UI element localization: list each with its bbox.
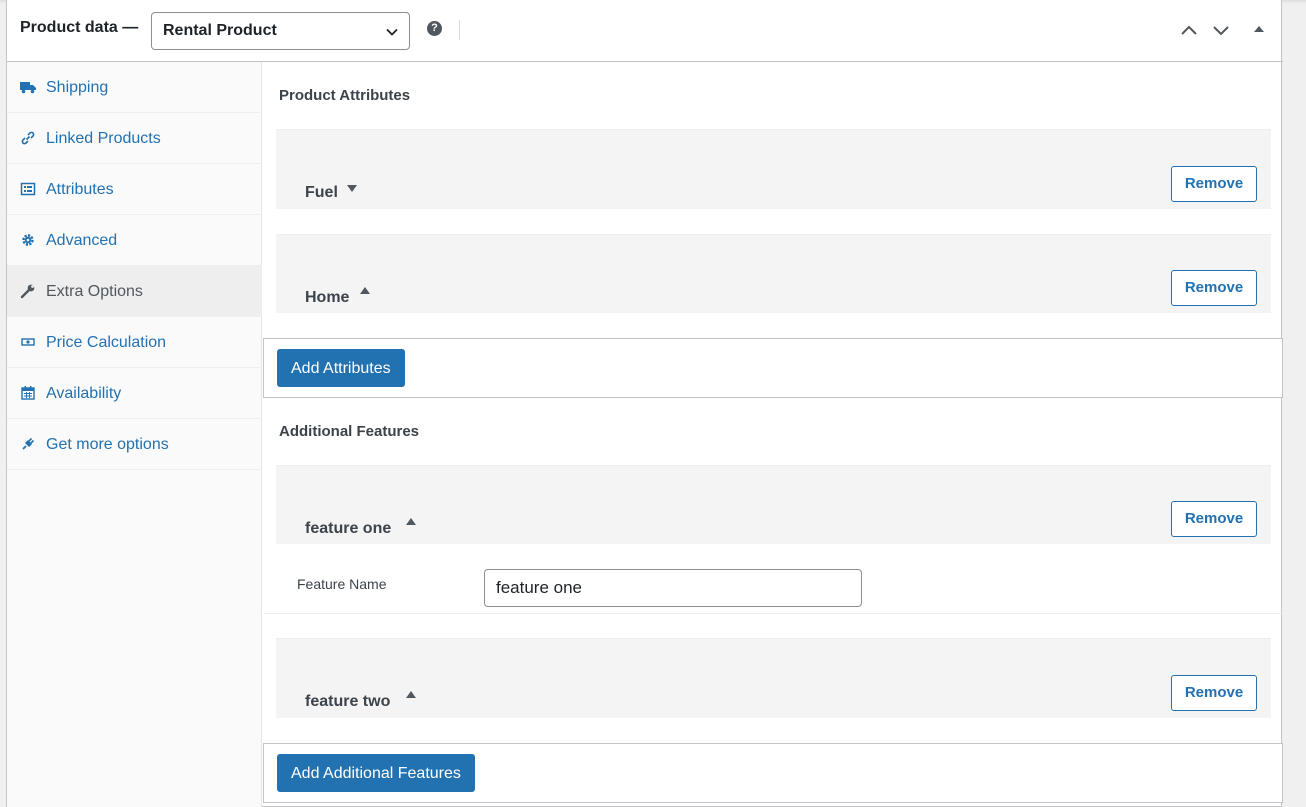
feature-name: feature two (305, 693, 391, 710)
remove-feature-button[interactable]: Remove (1171, 675, 1257, 711)
additional-features-title: Additional Features (279, 423, 420, 440)
product-data-tabs: Shipping Linked Products Attributes Adva… (7, 62, 262, 807)
attribute-name: Fuel (305, 184, 338, 201)
attribute-row-fuel[interactable]: Fuel Remove (276, 129, 1271, 209)
move-up-icon[interactable] (1179, 22, 1199, 38)
tab-extra-options[interactable]: Extra Options (7, 266, 262, 317)
tab-label: Linked Products (46, 130, 161, 147)
feature-divider (263, 613, 1283, 614)
tab-label: Availability (46, 385, 122, 402)
tab-label: Price Calculation (46, 334, 167, 351)
calendar-icon (21, 386, 35, 400)
attribute-row-home[interactable]: Home Remove (276, 234, 1271, 313)
chevron-down-icon (386, 28, 398, 36)
tab-attributes[interactable]: Attributes (7, 164, 262, 215)
tab-get-more-options[interactable]: Get more options (7, 419, 262, 470)
add-attributes-button[interactable]: Add Attributes (277, 349, 405, 387)
add-additional-features-button[interactable]: Add Additional Features (277, 754, 475, 792)
product-type-select[interactable]: Rental Product (151, 12, 410, 50)
feature-name: feature one (305, 520, 392, 537)
wrench-icon (20, 284, 35, 299)
tab-advanced[interactable]: Advanced (7, 215, 262, 266)
remove-feature-button[interactable]: Remove (1171, 501, 1257, 537)
tab-label: Shipping (46, 79, 109, 96)
tab-label: Get more options (46, 436, 169, 453)
panel-title: Product data — (20, 19, 139, 36)
tab-shipping[interactable]: Shipping (7, 62, 262, 113)
tab-label: Advanced (46, 232, 118, 249)
tab-availability[interactable]: Availability (7, 368, 262, 419)
caret-down-icon[interactable] (347, 185, 357, 192)
features-toolbar: Add Additional Features (263, 743, 1283, 803)
tab-panel-extra-options: Product Attributes Fuel Remove Home Remo… (263, 62, 1283, 807)
toggle-panel-icon[interactable] (1254, 26, 1264, 32)
header-separator (459, 20, 460, 40)
feature-row-two[interactable]: feature two Remove (276, 638, 1271, 718)
money-icon (21, 338, 35, 346)
attributes-toolbar: Add Attributes (263, 338, 1283, 398)
help-icon[interactable]: ? (427, 21, 442, 36)
caret-up-icon[interactable] (406, 691, 416, 698)
truck-icon (20, 82, 36, 94)
tab-label: Extra Options (46, 283, 143, 300)
feature-row-one[interactable]: feature one Remove (276, 465, 1271, 544)
caret-up-icon[interactable] (406, 518, 416, 525)
tab-price-calculation[interactable]: Price Calculation (7, 317, 262, 368)
panel-header: Product data — Rental Product ? (7, 0, 1283, 62)
link-icon (21, 131, 35, 145)
feature-name-label: Feature Name (297, 576, 387, 592)
remove-attribute-button[interactable]: Remove (1171, 166, 1257, 202)
plugin-icon (22, 437, 35, 450)
gear-icon (22, 234, 34, 246)
move-down-icon[interactable] (1211, 22, 1231, 38)
list-view-icon (20, 182, 36, 196)
product-data-panel: Product data — Rental Product ? Shipping… (6, 0, 1283, 807)
product-attributes-title: Product Attributes (279, 87, 411, 104)
feature-name-input[interactable] (484, 569, 862, 607)
caret-up-icon[interactable] (360, 287, 370, 294)
product-type-value: Rental Product (163, 22, 277, 39)
attribute-name: Home (305, 289, 350, 306)
tab-label: Attributes (46, 181, 114, 198)
tab-linked-products[interactable]: Linked Products (7, 113, 262, 164)
remove-attribute-button[interactable]: Remove (1171, 270, 1257, 306)
